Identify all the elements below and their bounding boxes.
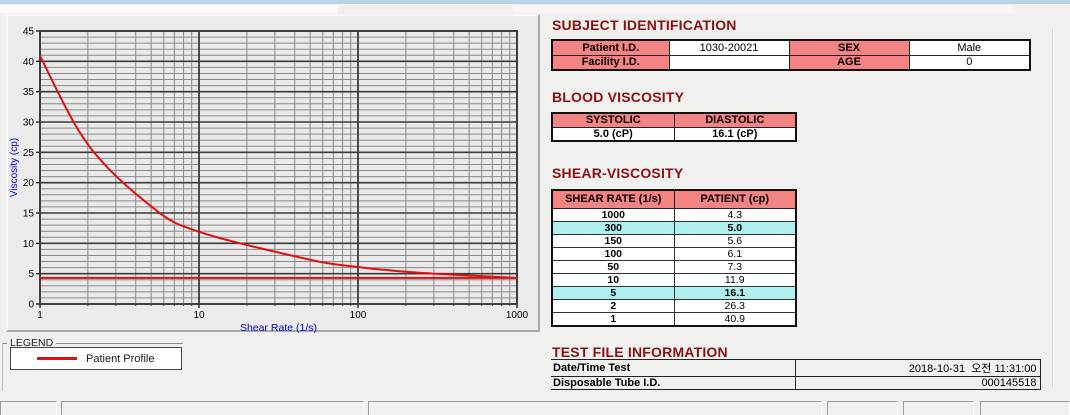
shear-rate-cell: 1000: [552, 208, 674, 221]
table-row: 300 5.0: [552, 221, 796, 234]
series-line-swatch-icon: [37, 357, 77, 360]
toolbar-remnant-right: [513, 5, 1013, 13]
table-row: Facility I.D. AGE 0: [552, 55, 1030, 70]
systolic-header: SYSTOLIC: [552, 113, 674, 127]
shear-viscosity-table: SHEAR RATE (1/s) PATIENT (cp) 1000 4.3 3…: [551, 189, 797, 327]
age-label: AGE: [789, 55, 909, 70]
shear-rate-cell: 100: [552, 247, 674, 260]
legend-item-label: Patient Profile: [86, 353, 154, 365]
table-row: 2 26.3: [552, 299, 796, 312]
svg-text:10: 10: [193, 310, 205, 321]
diastolic-value: 16.1 (cP): [674, 127, 796, 141]
status-bar: [0, 400, 1070, 415]
status-panel: [61, 401, 364, 415]
table-row: 100 6.1: [552, 247, 796, 260]
svg-text:40: 40: [23, 57, 35, 68]
disposable-tube-id-label: Disposable Tube I.D.: [551, 377, 795, 390]
test-file-information-table: Date/Time Test 2018-10-31 오전 11:31:00 Di…: [551, 359, 1041, 390]
svg-text:0: 0: [28, 300, 34, 311]
patient-value-cell: 5.6: [674, 234, 796, 247]
table-row: 10 11.9: [552, 273, 796, 286]
legend-box: Patient Profile: [10, 347, 182, 370]
shear-rate-cell: 150: [552, 234, 674, 247]
patient-value-cell: 6.1: [674, 247, 796, 260]
patient-value-cell: 4.3: [674, 208, 796, 221]
table-row: 5 16.1: [552, 286, 796, 299]
table-row: 50 7.3: [552, 260, 796, 273]
datetime-test-value: 2018-10-31 오전 11:31:00: [795, 360, 1040, 377]
datetime-test-label: Date/Time Test: [551, 360, 795, 377]
svg-text:35: 35: [23, 87, 35, 98]
svg-text:20: 20: [23, 178, 35, 189]
status-panel: [368, 401, 822, 415]
facility-id-value: [669, 55, 789, 70]
legend-groupbox: LEGEND Patient Profile: [2, 336, 348, 392]
svg-text:Shear Rate (1/s): Shear Rate (1/s): [240, 322, 317, 334]
svg-text:15: 15: [23, 209, 35, 220]
status-panel: [980, 401, 1070, 415]
svg-text:25: 25: [23, 148, 35, 159]
facility-id-label: Facility I.D.: [552, 55, 669, 70]
table-row: Date/Time Test 2018-10-31 오전 11:31:00: [551, 360, 1040, 377]
table-row: 1 40.9: [552, 312, 796, 326]
svg-text:30: 30: [23, 118, 35, 129]
svg-text:45: 45: [23, 27, 35, 38]
patient-id-label: Patient I.D.: [552, 40, 669, 55]
status-panel: [903, 401, 974, 415]
patient-value-cell: 26.3: [674, 299, 796, 312]
table-row: Patient I.D. 1030-20021 SEX Male: [552, 40, 1030, 55]
age-value: 0: [909, 55, 1030, 70]
table-header-row: SHEAR RATE (1/s) PATIENT (cp): [552, 190, 796, 208]
svg-text:5: 5: [28, 269, 34, 280]
patient-value-cell: 5.0: [674, 221, 796, 234]
shear-viscosity-heading: SHEAR-VISCOSITY: [552, 165, 683, 181]
svg-text:Viscosity (cp): Viscosity (cp): [9, 138, 20, 197]
shear-rate-cell: 10: [552, 273, 674, 286]
shear-rate-header: SHEAR RATE (1/s): [552, 190, 674, 208]
svg-text:1: 1: [37, 310, 43, 321]
sex-label: SEX: [789, 40, 909, 55]
blood-viscosity-heading: BLOOD VISCOSITY: [552, 89, 684, 105]
patient-header: PATIENT (cp): [674, 190, 796, 208]
patient-value-cell: 7.3: [674, 260, 796, 273]
status-panel: [827, 401, 898, 415]
shear-rate-cell: 300: [552, 221, 674, 234]
table-row: Disposable Tube I.D. 000145518: [551, 377, 1040, 390]
toolbar-remnant-left: [0, 5, 338, 13]
sex-value: Male: [909, 40, 1030, 55]
diastolic-header: DIASTOLIC: [674, 113, 796, 127]
subject-identification-table: Patient I.D. 1030-20021 SEX Male Facilit…: [551, 39, 1031, 71]
table-row: 5.0 (cP) 16.1 (cP): [552, 127, 796, 141]
shear-rate-cell: 1: [552, 312, 674, 326]
svg-text:1000: 1000: [506, 310, 529, 321]
panel-divider: [1052, 28, 1054, 388]
patient-value-cell: 16.1: [674, 286, 796, 299]
disposable-tube-id-value: 000145518: [795, 377, 1040, 390]
table-row: SYSTOLIC DIASTOLIC: [552, 113, 796, 127]
svg-text:100: 100: [350, 310, 367, 321]
blood-viscosity-table: SYSTOLIC DIASTOLIC 5.0 (cP) 16.1 (cP): [551, 112, 797, 142]
groupbox-border-left: [2, 343, 3, 391]
subject-identification-heading: SUBJECT IDENTIFICATION: [552, 17, 737, 33]
svg-text:10: 10: [23, 239, 35, 250]
window-top-edge: [0, 0, 1070, 4]
table-row: 1000 4.3: [552, 208, 796, 221]
systolic-value: 5.0 (cP): [552, 127, 674, 141]
shear-rate-cell: 2: [552, 299, 674, 312]
test-file-information-heading: TEST FILE INFORMATION: [552, 344, 728, 360]
shear-rate-cell: 5: [552, 286, 674, 299]
patient-value-cell: 11.9: [674, 273, 796, 286]
table-row: 150 5.6: [552, 234, 796, 247]
patient-value-cell: 40.9: [674, 312, 796, 326]
patient-id-value: 1030-20021: [669, 40, 789, 55]
viscosity-chart-panel: 0 5 10 15 20 25 30 35 40 45 1 10 100 1000 Shear Rate (…: [6, 14, 540, 332]
shear-rate-cell: 50: [552, 260, 674, 273]
status-panel: [0, 401, 57, 415]
viscosity-chart: 0 5 10 15 20 25 30 35 40 45 1 10 100 1000 Shear Rate (…: [8, 16, 542, 334]
